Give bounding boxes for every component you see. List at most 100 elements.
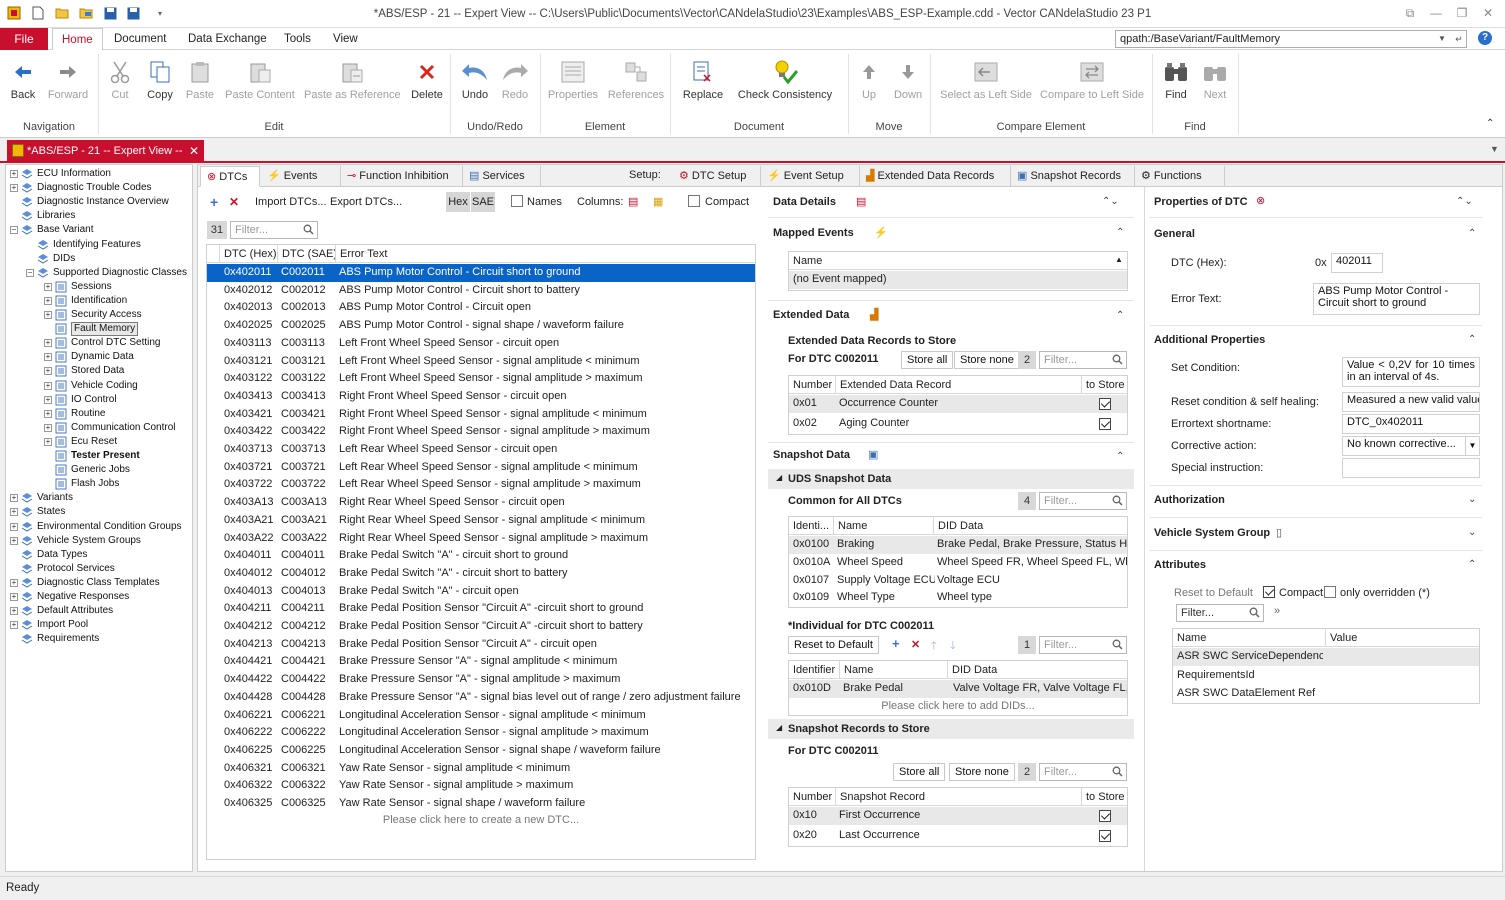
col-dtc-sae[interactable]: DTC (SAE) <box>277 245 335 263</box>
columns-folder-icon[interactable]: ▦ <box>653 195 663 208</box>
table-row[interactable]: 0x403713 C003713 Left Rear Wheel Speed Sen… <box>207 441 755 459</box>
to-store-checkbox[interactable] <box>1099 398 1111 410</box>
add-icon[interactable]: + <box>210 194 218 210</box>
delete-icon[interactable]: ✕ <box>229 195 239 209</box>
tab-list-dropdown-icon[interactable]: ▼ <box>1490 144 1499 154</box>
save-icon[interactable] <box>102 5 118 21</box>
reset-to-default-button[interactable]: Reset to Default <box>788 636 879 654</box>
table-row[interactable]: 0x403A22 C003A22 Right Rear Wheel Speed Se… <box>207 530 755 548</box>
move-up-icon[interactable]: 🡑 <box>931 637 937 656</box>
table-row[interactable]: 0x403722 C003722 Left Rear Wheel Speed Sen… <box>207 476 755 494</box>
list-item[interactable]: (no Event mapped) <box>789 271 1127 289</box>
tab-services[interactable]: ▤ Services <box>463 166 541 187</box>
export-dtcs-button[interactable]: Export DTCs... <box>330 196 402 208</box>
col-to-store[interactable]: to Store <box>1081 376 1127 394</box>
collapse-icon[interactable]: − <box>26 268 34 277</box>
table-row[interactable]: 0x403A13 C003A13 Right Rear Wheel Speed Se… <box>207 494 755 512</box>
table-row[interactable]: 0x403122 C003122 Left Front Wheel Speed Se… <box>207 370 755 388</box>
tab-home[interactable]: Home <box>52 28 103 50</box>
collapse-ribbon-icon[interactable]: ⌃ <box>1486 118 1494 129</box>
to-store-checkbox[interactable] <box>1099 829 1111 842</box>
col-snapshot-record[interactable]: Snapshot Record <box>835 788 1081 806</box>
table-row[interactable]: 0x403721 C003721 Left Rear Wheel Speed Sen… <box>207 459 755 477</box>
store-none-button[interactable]: Store none <box>954 351 1020 369</box>
common-filter-input[interactable]: Filter... <box>1039 492 1127 510</box>
special-instruction-field[interactable] <box>1342 458 1480 478</box>
chevron-down-icon[interactable]: ▼ <box>1438 31 1450 47</box>
expand-icon[interactable]: + <box>10 522 18 531</box>
tree-item[interactable]: Libraries <box>6 209 192 223</box>
tree-item[interactable]: + Diagnostic Class Templates <box>6 576 192 590</box>
table-row[interactable]: 0x406222 C006222 Longitudinal Acceleration… <box>207 724 755 742</box>
customize-qat-icon[interactable]: ▾ <box>152 5 168 21</box>
delete-icon[interactable]: ✕ <box>911 638 920 651</box>
columns-config-icon[interactable]: ▤ <box>628 195 638 208</box>
open-folder-icon[interactable] <box>54 5 70 21</box>
tab-data-exchange[interactable]: Data Exchange <box>179 28 276 50</box>
tree-item[interactable]: + Vehicle System Groups <box>6 534 192 548</box>
table-row[interactable]: 0x0100 Braking Brake Pedal, Brake Pressure… <box>789 536 1127 554</box>
add-icon[interactable]: + <box>892 636 900 651</box>
table-row[interactable]: 0x406321 C006321 Yaw Rate Sensor - signal … <box>207 760 755 778</box>
expand-icon[interactable]: + <box>44 423 52 432</box>
expand-icon[interactable]: + <box>44 282 52 291</box>
col-extended-data-record[interactable]: Extended Data Record <box>835 376 1081 394</box>
paste-content-button[interactable]: Paste Content <box>224 55 296 101</box>
tree-item[interactable]: DIDs <box>6 252 192 266</box>
expand-icon[interactable]: + <box>10 508 18 517</box>
close-tab-icon[interactable]: ✕ <box>189 140 199 162</box>
store-all-button[interactable]: Store all <box>893 763 946 781</box>
hex-toggle[interactable]: Hex <box>446 192 470 212</box>
move-down-icon[interactable]: 🡓 <box>950 637 956 656</box>
table-row[interactable]: 0x404421 C004421 Brake Pressure Sensor "A"… <box>207 653 755 671</box>
col-identifier[interactable]: Identifier <box>789 661 839 679</box>
table-row[interactable]: 0x406322 C006322 Yaw Rate Sensor - signal … <box>207 777 755 795</box>
chevron-down-icon[interactable]: ▼ <box>1465 437 1479 455</box>
tree-item[interactable]: + Stored Data <box>6 364 192 378</box>
tree-item[interactable]: + Diagnostic Trouble Codes <box>6 181 192 195</box>
qpath-input[interactable]: qpath:/BaseVariant/FaultMemory ▼ ↵ <box>1115 30 1467 48</box>
corrective-action-select[interactable]: No known corrective... ▼ <box>1342 436 1480 456</box>
attributes-filter-input[interactable]: Filter... <box>1176 604 1264 622</box>
tree-item[interactable]: + Import Pool <box>6 618 192 632</box>
expand-icon[interactable]: + <box>10 607 18 616</box>
individual-filter-input[interactable]: Filter... <box>1039 636 1127 654</box>
find-button[interactable]: Find <box>1160 55 1192 101</box>
table-row[interactable]: 0x404422 C004422 Brake Pressure Sensor "A"… <box>207 671 755 689</box>
collapse-icon[interactable]: ⌃ <box>1468 559 1476 570</box>
expand-icon[interactable]: ⌄ <box>1468 494 1476 505</box>
import-dtcs-button[interactable]: Import DTCs... <box>255 196 327 208</box>
table-row[interactable]: 0x406325 C006325 Yaw Rate Sensor - signal … <box>207 795 755 813</box>
table-row[interactable]: 0x406221 C006221 Longitudinal Acceleration… <box>207 707 755 725</box>
tree-item[interactable]: + Ecu Reset <box>6 435 192 449</box>
properties-button[interactable]: Properties <box>546 55 600 101</box>
tree-item[interactable]: + Routine <box>6 407 192 421</box>
tab-document[interactable]: Document <box>105 28 175 50</box>
expand-icon[interactable]: + <box>10 578 18 587</box>
tree-item[interactable]: Data Types <box>6 548 192 562</box>
expand-icon[interactable]: + <box>10 170 18 178</box>
table-row[interactable]: 0x404211 C004211 Brake Pedal Position Sens… <box>207 600 755 618</box>
expand-icon[interactable]: + <box>44 367 52 376</box>
table-row[interactable]: 0x403413 C003413 Right Front Wheel Speed S… <box>207 388 755 406</box>
back-button[interactable]: Back <box>6 55 40 101</box>
table-row[interactable]: 0x404428 C004428 Brake Pressure Sensor "A"… <box>207 689 755 707</box>
open-recent-icon[interactable] <box>78 5 94 21</box>
table-row[interactable]: 0x406225 C006225 Longitudinal Acceleration… <box>207 742 755 760</box>
expand-icon[interactable]: + <box>44 296 52 305</box>
tree-item[interactable]: Generic Jobs <box>6 463 192 477</box>
store-all-button[interactable]: Store all <box>901 351 954 369</box>
tree-item[interactable]: + Security Access <box>6 308 192 322</box>
table-row[interactable]: ASR SWC ServiceDependenc... <box>1173 648 1479 666</box>
to-store-checkbox[interactable] <box>1099 810 1111 822</box>
col-name[interactable]: Name <box>839 661 947 679</box>
cut-button[interactable]: Cut <box>104 55 136 101</box>
collapse-icon[interactable]: ⌃ <box>1116 310 1124 321</box>
copy-button[interactable]: Copy <box>142 55 178 101</box>
table-row[interactable]: 0x404212 C004212 Brake Pedal Position Sens… <box>207 618 755 636</box>
records-filter-input[interactable]: Filter... <box>1039 763 1127 781</box>
next-button[interactable]: Next <box>1198 55 1232 101</box>
col-name[interactable]: Name <box>833 517 933 535</box>
sae-toggle[interactable]: SAE <box>471 192 495 212</box>
save-all-icon[interactable] <box>126 5 142 21</box>
